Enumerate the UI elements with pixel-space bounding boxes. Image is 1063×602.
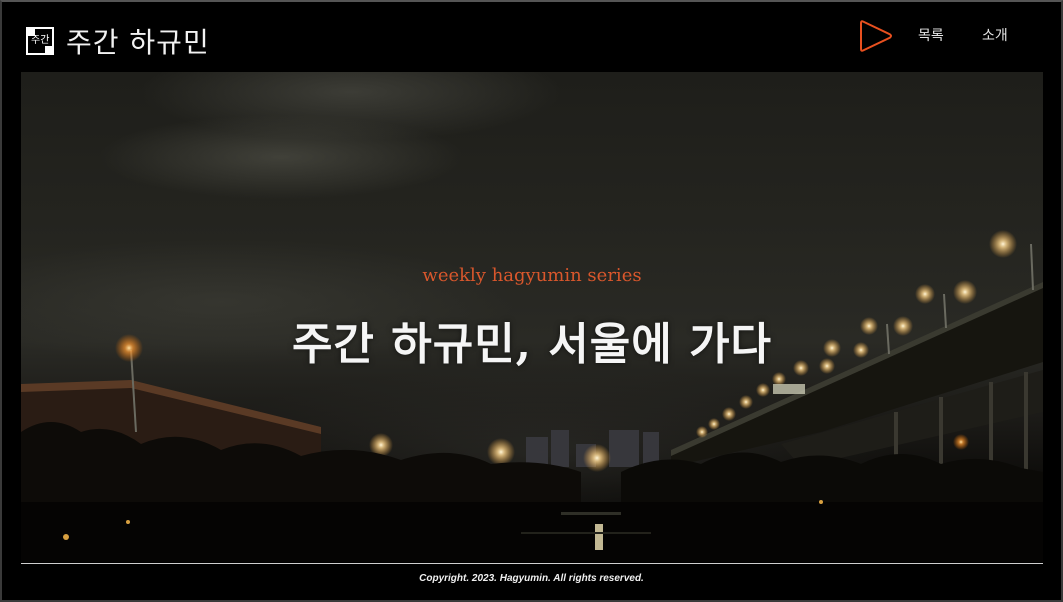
nav-link-list[interactable]: 목록 (918, 25, 944, 45)
hero-subtitle: weekly hagyumin series (422, 265, 642, 286)
hero-banner: weekly hagyumin series 주간 하규민, 서울에 가다 (21, 72, 1043, 562)
site-header: 주간 주간 하규민 목록 소개 (0, 0, 1063, 72)
hero-title: 주간 하규민, 서울에 가다 (291, 319, 773, 370)
logo-mark-icon: 주간 (26, 27, 54, 55)
site-logo[interactable]: 주간 주간 하규민 (26, 21, 210, 61)
play-icon[interactable] (858, 18, 894, 54)
logo-mark-text: 주간 (31, 35, 50, 46)
footer-divider (21, 563, 1043, 564)
nav-link-about[interactable]: 소개 (982, 25, 1008, 45)
copyright-text: Copyright. 2023. Hagyumin. All rights re… (419, 573, 644, 584)
site-title: 주간 하규민 (66, 26, 210, 59)
